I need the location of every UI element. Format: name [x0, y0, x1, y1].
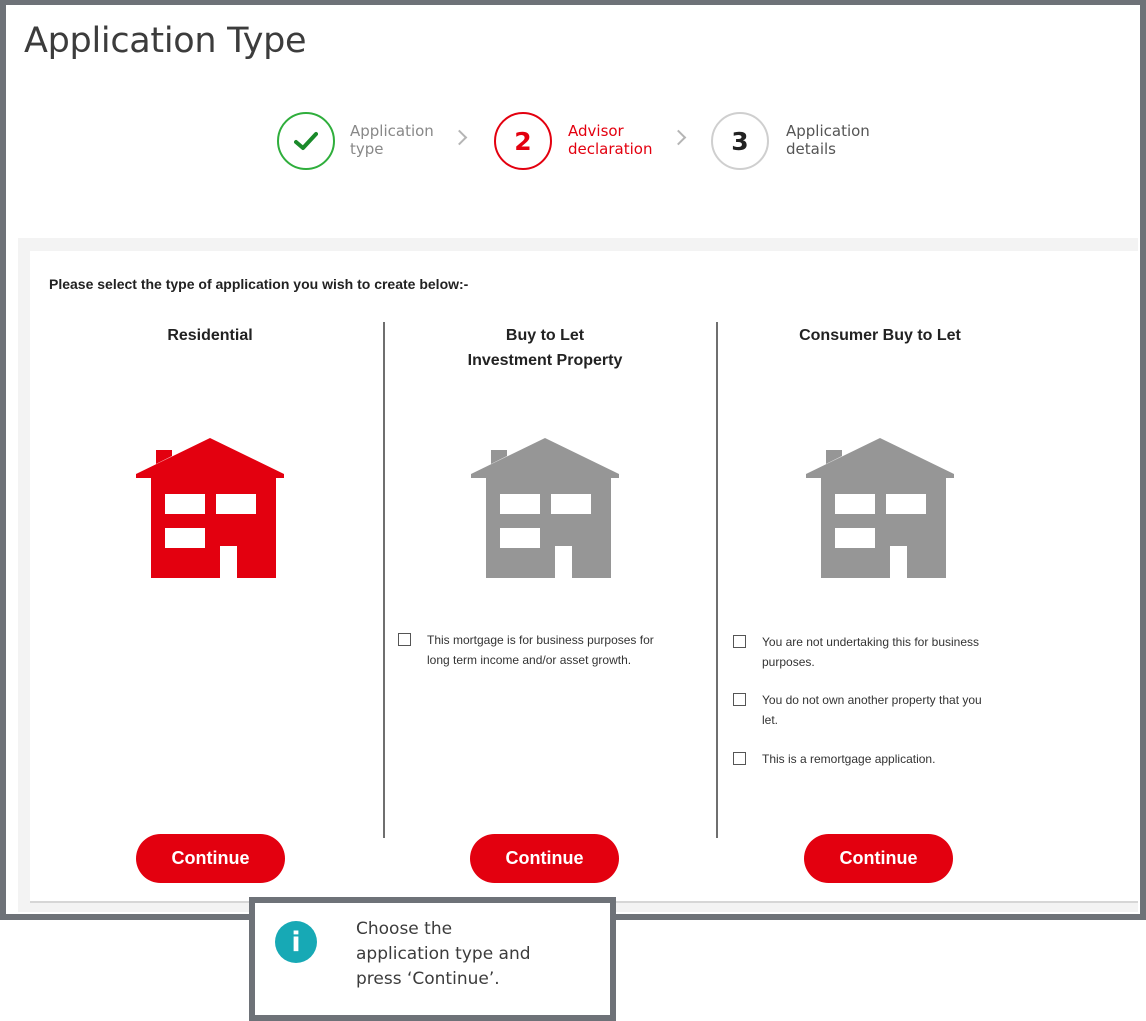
option-title-consumer-buy-to-let: Consumer Buy to Let	[799, 327, 961, 344]
checkbox-no-other-property[interactable]: You do not own another property that you…	[733, 690, 1053, 730]
checkmark-icon	[294, 132, 318, 150]
column-divider	[383, 322, 385, 838]
checkbox-label: This mortgage is for business purposes f…	[427, 633, 654, 667]
house-icon[interactable]	[806, 438, 954, 578]
step-3-marker: 3	[711, 112, 769, 170]
instruction-text: Please select the type of application yo…	[49, 276, 469, 292]
checkbox[interactable]	[733, 635, 746, 648]
house-icon[interactable]	[471, 438, 619, 578]
checkbox-not-business[interactable]: You are not undertaking this for busines…	[733, 632, 1053, 672]
checkbox[interactable]	[733, 693, 746, 706]
continue-button-consumer-buy-to-let[interactable]: Continue	[804, 834, 953, 883]
option-title-buy-to-let: Buy to Let Investment Property	[467, 327, 623, 369]
step-3-label: Application details	[786, 122, 870, 158]
option-title-residential: Residential	[167, 327, 253, 344]
house-icon[interactable]	[136, 438, 284, 578]
checkbox-business-purposes[interactable]: This mortgage is for business purposes f…	[398, 630, 710, 670]
page-title: Application Type	[24, 21, 307, 61]
step-2-label: Advisor declaration	[568, 122, 653, 158]
help-callout: i Choose the application type and press …	[249, 897, 616, 1021]
checkbox[interactable]	[398, 633, 411, 646]
info-icon: i	[275, 921, 317, 963]
checkbox-label: You are not undertaking this for busines…	[762, 635, 980, 669]
continue-button-buy-to-let[interactable]: Continue	[470, 834, 619, 883]
step-1-label: Application type	[350, 122, 434, 158]
checkbox-label: You do not own another property that you…	[762, 693, 982, 727]
checkbox[interactable]	[733, 752, 746, 765]
step-2-marker: 2	[494, 112, 552, 170]
column-divider	[716, 322, 718, 838]
step-1-complete-icon	[277, 112, 335, 170]
checkbox-remortgage[interactable]: This is a remortgage application.	[733, 749, 1053, 769]
callout-text: Choose the application type and press ‘C…	[356, 919, 531, 989]
continue-button-residential[interactable]: Continue	[136, 834, 285, 883]
checkbox-label: This is a remortgage application.	[762, 752, 936, 766]
